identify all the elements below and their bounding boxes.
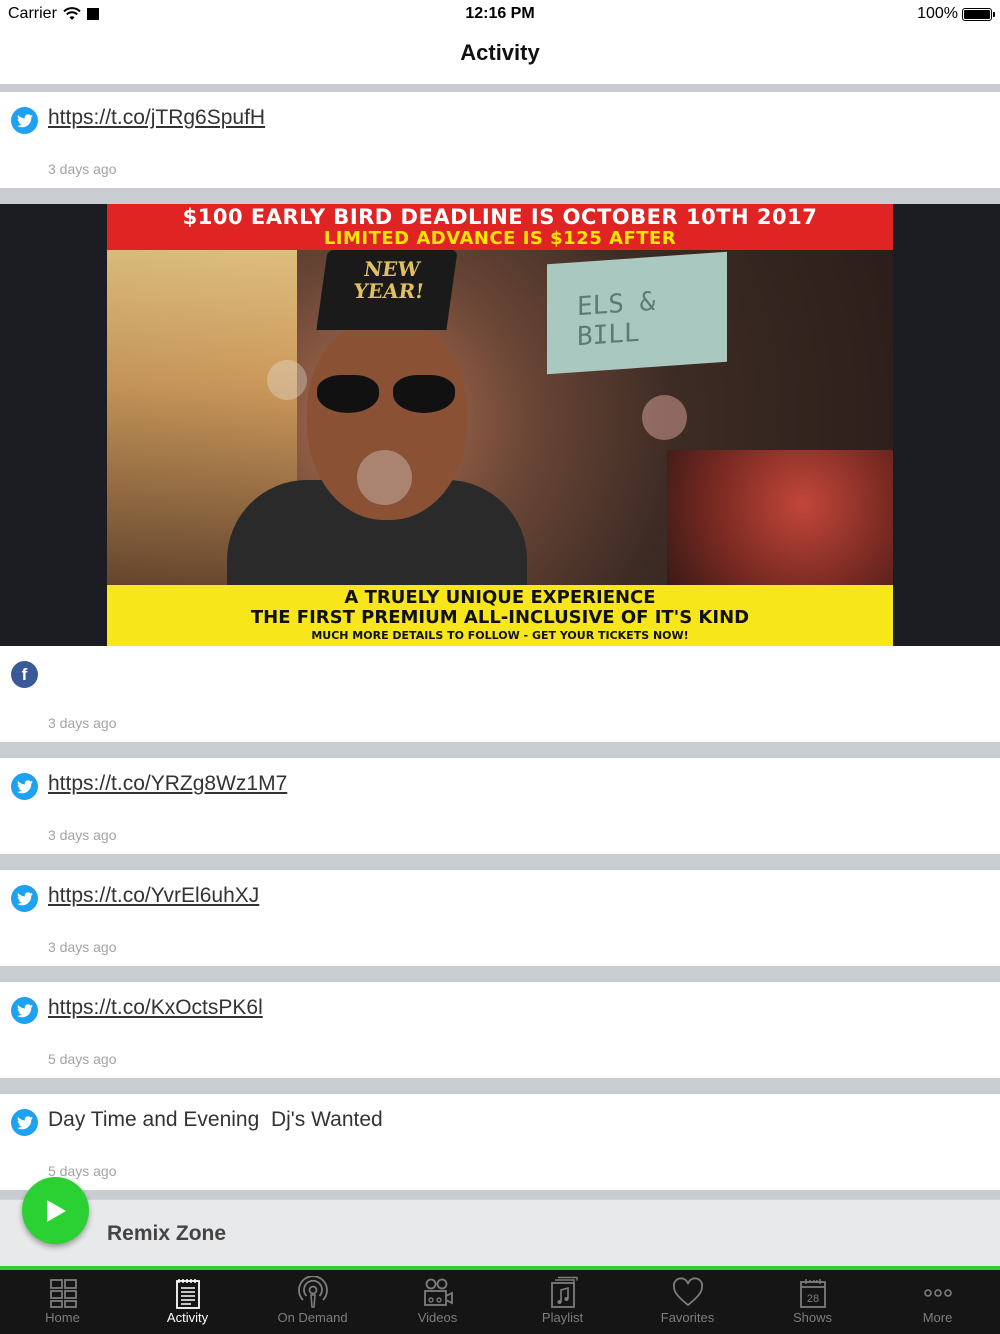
activity-item[interactable]: https://t.co/YvrEl6uhXJ 3 days ago xyxy=(0,870,1000,966)
sunglasses xyxy=(317,375,457,415)
divider xyxy=(0,742,1000,758)
activity-link[interactable]: https://t.co/YvrEl6uhXJ xyxy=(48,884,259,908)
tab-label: Playlist xyxy=(541,1310,584,1325)
divider xyxy=(0,84,1000,92)
promo-bottom-line1: A TRUELY UNIQUE EXPERIENCE xyxy=(344,587,656,608)
promo-bottom-line3: MUCH MORE DETAILS TO FOLLOW - GET YOUR T… xyxy=(311,629,689,642)
tab-label: More xyxy=(922,1310,953,1325)
calendar-icon: 28 xyxy=(799,1279,826,1308)
person-photo: NEW YEAR! xyxy=(227,250,527,590)
divider xyxy=(0,854,1000,870)
activity-link[interactable]: https://t.co/jTRg6SpufH xyxy=(48,106,265,130)
tab-playlist[interactable]: Playlist xyxy=(500,1274,625,1334)
play-button[interactable] xyxy=(22,1177,89,1244)
status-right: 100% xyxy=(917,5,995,23)
facebook-icon: f xyxy=(11,661,38,688)
promo-top-line2: LIMITED ADVANCE IS $125 AFTER xyxy=(323,228,677,249)
calendar-badge: 28 xyxy=(806,1293,818,1305)
mini-player[interactable]: Remix Zone xyxy=(0,1199,1000,1267)
activity-timestamp: 3 days ago xyxy=(48,161,117,177)
bokeh-light xyxy=(357,450,412,505)
party-hat: NEW YEAR! xyxy=(316,250,458,330)
tab-on-demand[interactable]: On Demand xyxy=(250,1274,375,1334)
playlist-music-icon xyxy=(550,1276,578,1308)
status-bar: Carrier 12:16 PM 100% xyxy=(0,0,1000,28)
divider xyxy=(0,1190,1000,1199)
video-camera-icon xyxy=(423,1278,453,1306)
promo-flyer-image[interactable]: $100 EARLY BIRD DEADLINE IS OCTOBER 10TH… xyxy=(107,204,893,646)
screen-text: ELS & BILL xyxy=(577,286,656,353)
projector-screen: ELS & BILL xyxy=(547,251,727,375)
tab-label: Videos xyxy=(417,1310,458,1325)
podcast-icon xyxy=(297,1276,328,1308)
play-icon xyxy=(46,1199,66,1222)
divider xyxy=(0,1078,1000,1094)
bokeh-light xyxy=(642,395,687,440)
twitter-icon xyxy=(11,773,38,800)
twitter-icon xyxy=(11,997,38,1024)
hat-text: NEW YEAR! xyxy=(351,257,426,303)
tab-bar: Home Activity On Demand Videos Playlist … xyxy=(0,1266,1000,1334)
tab-label: On Demand xyxy=(277,1310,348,1325)
tab-home[interactable]: Home xyxy=(0,1274,125,1334)
tab-more[interactable]: More xyxy=(875,1274,1000,1334)
promo-top-line1: $100 EARLY BIRD DEADLINE IS OCTOBER 10TH… xyxy=(182,205,818,229)
battery-percent: 100% xyxy=(917,5,958,22)
divider xyxy=(0,966,1000,982)
activity-timestamp: 3 days ago xyxy=(48,715,117,731)
activity-item[interactable]: f 3 days ago xyxy=(0,646,1000,742)
promo-top-banner: $100 EARLY BIRD DEADLINE IS OCTOBER 10TH… xyxy=(107,204,893,250)
tab-label: Home xyxy=(45,1310,80,1325)
twitter-icon xyxy=(11,107,38,134)
tab-label: Shows xyxy=(792,1310,833,1325)
activity-list-icon xyxy=(175,1279,200,1309)
tab-label: Activity xyxy=(166,1310,209,1325)
promo-bottom-line2: THE FIRST PREMIUM ALL-INCLUSIVE OF IT'S … xyxy=(250,607,750,628)
heart-icon xyxy=(672,1277,703,1307)
activity-item[interactable]: Day Time and Evening Dj's Wanted 5 days … xyxy=(0,1094,1000,1190)
divider xyxy=(0,188,1000,204)
activity-timestamp: 5 days ago xyxy=(48,1051,117,1067)
activity-item[interactable]: https://t.co/jTRg6SpufH 3 days ago xyxy=(0,92,1000,188)
twitter-icon xyxy=(11,885,38,912)
activity-image-container[interactable]: $100 EARLY BIRD DEADLINE IS OCTOBER 10TH… xyxy=(0,204,1000,646)
tab-shows[interactable]: 28 Shows xyxy=(750,1274,875,1334)
activity-link[interactable]: https://t.co/YRZg8Wz1M7 xyxy=(48,772,287,796)
tab-favorites[interactable]: Favorites xyxy=(625,1274,750,1334)
bokeh-light xyxy=(267,360,307,400)
home-grid-icon xyxy=(49,1279,77,1308)
status-time: 12:16 PM xyxy=(465,5,535,22)
activity-timestamp: 3 days ago xyxy=(48,939,117,955)
page-title: Activity xyxy=(460,40,540,65)
tab-activity[interactable]: Activity xyxy=(125,1274,250,1334)
player-station-title: Remix Zone xyxy=(107,1222,227,1245)
tab-label: Favorites xyxy=(660,1310,715,1325)
activity-item[interactable]: https://t.co/KxOctsPK6l 5 days ago xyxy=(0,982,1000,1078)
twitter-icon xyxy=(11,1109,38,1136)
activity-item[interactable]: https://t.co/YRZg8Wz1M7 3 days ago xyxy=(0,758,1000,854)
activity-text: Day Time and Evening Dj's Wanted xyxy=(48,1108,383,1131)
activity-timestamp: 3 days ago xyxy=(48,827,117,843)
promo-photo: ELS & BILL NEW YEAR! xyxy=(107,250,893,590)
activity-link[interactable]: https://t.co/KxOctsPK6l xyxy=(48,996,263,1020)
more-dots-icon xyxy=(923,1289,952,1297)
red-table xyxy=(667,450,893,585)
battery-icon xyxy=(962,7,995,21)
promo-bottom-banner: A TRUELY UNIQUE EXPERIENCE THE FIRST PRE… xyxy=(107,585,893,646)
tab-videos[interactable]: Videos xyxy=(375,1274,500,1334)
